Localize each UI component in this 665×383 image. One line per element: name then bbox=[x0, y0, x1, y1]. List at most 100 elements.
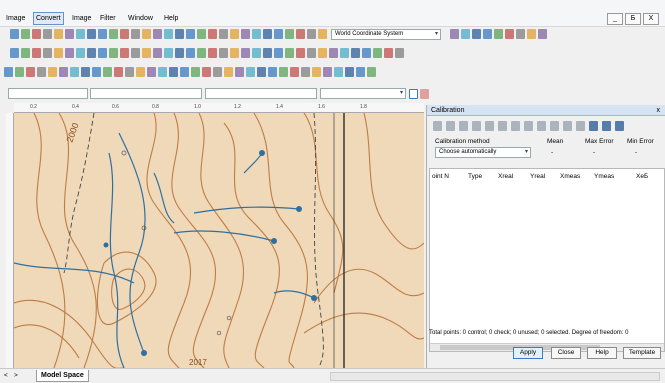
toolbar-tool-icon[interactable] bbox=[186, 29, 195, 39]
column-header[interactable]: oint N bbox=[432, 173, 449, 180]
toolbar-tool-icon[interactable] bbox=[252, 48, 261, 58]
calibration-tool-icon[interactable] bbox=[433, 121, 442, 131]
calibration-tool-icon[interactable] bbox=[602, 121, 611, 131]
menu-window[interactable]: Window bbox=[126, 12, 155, 25]
close-panel-button[interactable]: Close bbox=[551, 347, 581, 359]
toolbar-tool-icon[interactable] bbox=[59, 67, 68, 77]
toolbar-tool-icon[interactable] bbox=[224, 67, 233, 77]
toolbar-tool-icon[interactable] bbox=[125, 67, 134, 77]
close-icon[interactable]: x bbox=[657, 105, 661, 116]
toolbar-tool-icon[interactable] bbox=[345, 67, 354, 77]
toolbar-tool-icon[interactable] bbox=[37, 67, 46, 77]
close-button[interactable]: X bbox=[643, 13, 659, 25]
toolbar-tool-icon[interactable] bbox=[76, 29, 85, 39]
toolbar-tool-icon[interactable] bbox=[461, 29, 470, 39]
toolbar-tool-icon[interactable] bbox=[301, 67, 310, 77]
toolbar-tool-icon[interactable] bbox=[494, 29, 503, 39]
toolbar-tool-icon[interactable] bbox=[26, 67, 35, 77]
template-button[interactable]: Template bbox=[623, 347, 661, 359]
minimize-button[interactable]: _ bbox=[607, 13, 623, 25]
toolbar-tool-icon[interactable] bbox=[186, 48, 195, 58]
toolbar-tool-icon[interactable] bbox=[21, 29, 30, 39]
toolbar-tool-icon[interactable] bbox=[180, 67, 189, 77]
toolbar-tool-icon[interactable] bbox=[4, 67, 13, 77]
toolbar-tool-icon[interactable] bbox=[153, 48, 162, 58]
tab-model-space[interactable]: Model Space bbox=[36, 370, 89, 382]
toolbar-tool-icon[interactable] bbox=[483, 29, 492, 39]
toolbar-tool-icon[interactable] bbox=[87, 48, 96, 58]
canvas-horizontal-scrollbar[interactable] bbox=[330, 372, 660, 381]
toolbar-tool-icon[interactable] bbox=[32, 29, 41, 39]
toolbar-tool-icon[interactable] bbox=[279, 67, 288, 77]
toolbar-tool-icon[interactable] bbox=[290, 67, 299, 77]
toolbar-tool-icon[interactable] bbox=[505, 29, 514, 39]
column-header[interactable]: Xreal bbox=[498, 173, 513, 180]
toolbar-tool-icon[interactable] bbox=[43, 29, 52, 39]
toolbar-tool-icon[interactable] bbox=[268, 67, 277, 77]
toolbar-tool-icon[interactable] bbox=[109, 48, 118, 58]
toolbar-tool-icon[interactable] bbox=[131, 29, 140, 39]
map-canvas[interactable]: 2000 2017 bbox=[14, 113, 424, 368]
toolbar-tool-icon[interactable] bbox=[274, 48, 283, 58]
calibration-method-select[interactable]: Choose automatically ▾ bbox=[435, 147, 531, 158]
toolbar-tool-icon[interactable] bbox=[257, 67, 266, 77]
toolbar-tool-icon[interactable] bbox=[164, 29, 173, 39]
calibration-tool-icon[interactable] bbox=[537, 121, 546, 131]
toolbar-tool-icon[interactable] bbox=[175, 29, 184, 39]
toolbar-tool-icon[interactable] bbox=[120, 48, 129, 58]
menu-filter[interactable]: Filter bbox=[98, 12, 118, 25]
calibration-tool-icon[interactable] bbox=[550, 121, 559, 131]
toolbar-tool-icon[interactable] bbox=[318, 48, 327, 58]
calibration-tool-icon[interactable] bbox=[511, 121, 520, 131]
toolbar-tool-icon[interactable] bbox=[208, 48, 217, 58]
toolbar-tool-icon[interactable] bbox=[307, 48, 316, 58]
toolbar-tool-icon[interactable] bbox=[65, 29, 74, 39]
toolbar-tool-icon[interactable] bbox=[142, 29, 151, 39]
calibration-tool-icon[interactable] bbox=[524, 121, 533, 131]
toolbar-tool-icon[interactable] bbox=[527, 29, 536, 39]
toolbar-tool-icon[interactable] bbox=[230, 29, 239, 39]
toolbar-tool-icon[interactable] bbox=[263, 48, 272, 58]
toolbar-tool-icon[interactable] bbox=[263, 29, 272, 39]
coordinate-system-select[interactable]: World Coordinate System ▾ bbox=[331, 29, 441, 40]
toolbar-tool-icon[interactable] bbox=[109, 29, 118, 39]
toolbar-tool-icon[interactable] bbox=[191, 67, 200, 77]
toolbar-tool-icon[interactable] bbox=[296, 29, 305, 39]
toolbar-tool-icon[interactable] bbox=[356, 67, 365, 77]
toolbar-tool-icon[interactable] bbox=[340, 48, 349, 58]
help-button[interactable]: Help bbox=[587, 347, 617, 359]
menu-image-2[interactable]: Image bbox=[70, 12, 93, 25]
toolbar-tool-icon[interactable] bbox=[21, 48, 30, 58]
calibration-tool-icon[interactable] bbox=[589, 121, 598, 131]
tab-scroll-left-icon[interactable]: < bbox=[4, 372, 8, 379]
column-header[interactable]: Type bbox=[468, 173, 482, 180]
calibration-tool-icon[interactable] bbox=[615, 121, 624, 131]
apply-button[interactable]: Apply bbox=[513, 347, 543, 359]
toolbar-tool-icon[interactable] bbox=[147, 67, 156, 77]
toolbar-tool-icon[interactable] bbox=[274, 29, 283, 39]
calibration-tool-icon[interactable] bbox=[563, 121, 572, 131]
toolbar-tool-icon[interactable] bbox=[351, 48, 360, 58]
toolbar-tool-icon[interactable] bbox=[208, 29, 217, 39]
toolbar-tool-icon[interactable] bbox=[472, 29, 481, 39]
toolbar-tool-icon[interactable] bbox=[103, 67, 112, 77]
close-red-icon[interactable] bbox=[420, 89, 429, 99]
toolbar-combo-1[interactable] bbox=[8, 88, 88, 99]
toolbar-tool-icon[interactable] bbox=[312, 67, 321, 77]
toolbar-tool-icon[interactable] bbox=[131, 48, 140, 58]
toolbar-tool-icon[interactable] bbox=[213, 67, 222, 77]
toolbar-tool-icon[interactable] bbox=[367, 67, 376, 77]
toolbar-tool-icon[interactable] bbox=[362, 48, 371, 58]
column-header[interactable]: Yreal bbox=[530, 173, 545, 180]
toolbar-tool-icon[interactable] bbox=[32, 48, 41, 58]
toolbar-tool-icon[interactable] bbox=[120, 29, 129, 39]
toolbar-tool-icon[interactable] bbox=[54, 29, 63, 39]
toolbar-tool-icon[interactable] bbox=[164, 48, 173, 58]
toolbar-tool-icon[interactable] bbox=[296, 48, 305, 58]
toolbar-tool-icon[interactable] bbox=[230, 48, 239, 58]
calibration-tool-icon[interactable] bbox=[459, 121, 468, 131]
calibration-tool-icon[interactable] bbox=[446, 121, 455, 131]
menu-image[interactable]: Image bbox=[4, 12, 27, 25]
toolbar-tool-icon[interactable] bbox=[169, 67, 178, 77]
toolbar-tool-icon[interactable] bbox=[98, 29, 107, 39]
